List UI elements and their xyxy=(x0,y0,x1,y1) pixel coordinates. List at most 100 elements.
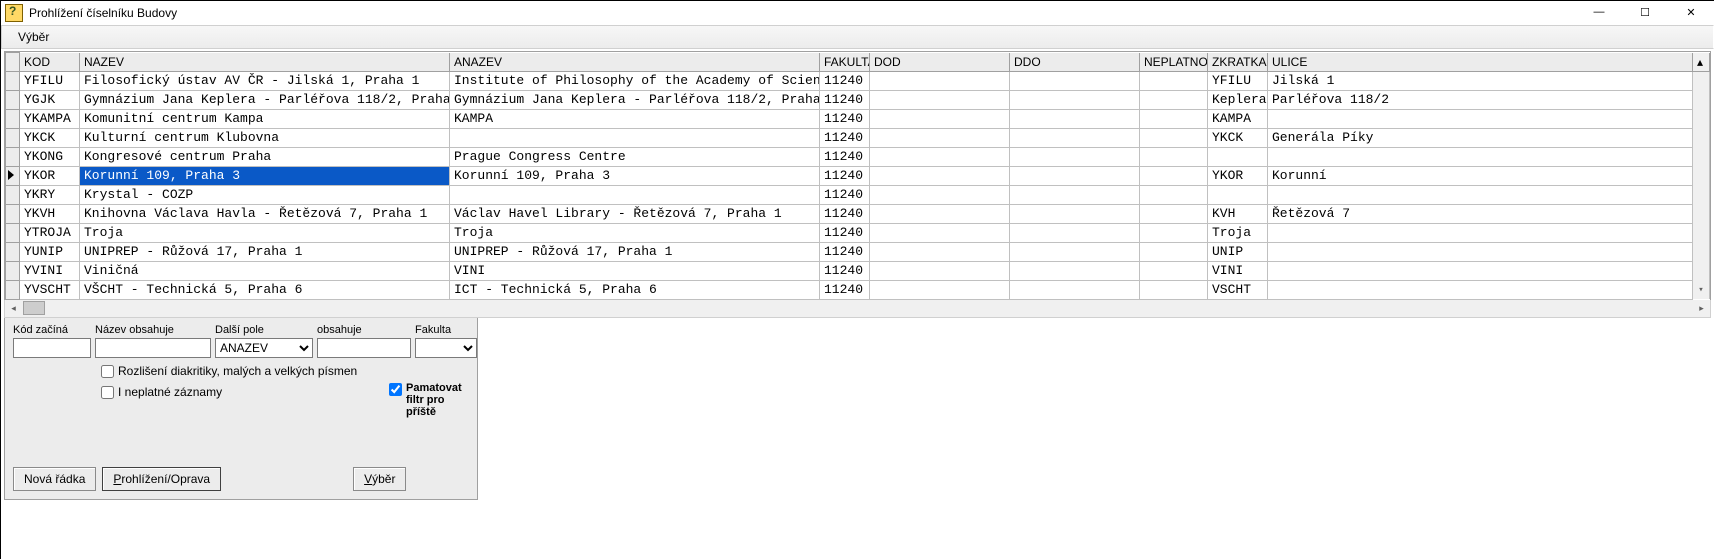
header-neplatnost[interactable]: NEPLATNOST xyxy=(1140,53,1208,72)
cell-fakulta[interactable]: 11240 xyxy=(820,90,870,109)
prohlizeni-oprava-button[interactable]: Prohlížení/Oprava xyxy=(102,467,221,491)
cell-neplatnost[interactable] xyxy=(1140,242,1208,261)
cell-ddo[interactable] xyxy=(1010,166,1140,185)
cell-neplatnost[interactable] xyxy=(1140,261,1208,280)
cell-zkratka[interactable]: KVH xyxy=(1208,204,1268,223)
cell-kod[interactable]: YKONG xyxy=(20,147,80,166)
nova-radka-button[interactable]: Nová řádka xyxy=(13,467,96,491)
cell-anazev[interactable]: UNIPREP - Růžová 17, Praha 1 xyxy=(450,242,820,261)
table-row[interactable]: YKONGKongresové centrum PrahaPrague Cong… xyxy=(6,147,1710,166)
cell-anazev[interactable] xyxy=(450,185,820,204)
cell-kod[interactable]: YKRY xyxy=(20,185,80,204)
horizontal-scrollbar[interactable]: ◂ ▸ xyxy=(4,300,1711,318)
obsahuje-input[interactable] xyxy=(317,338,411,358)
cell-nazev[interactable]: Komunitní centrum Kampa xyxy=(80,109,450,128)
remember-filter-checkbox[interactable] xyxy=(389,383,402,396)
cell-kod[interactable]: YVINI xyxy=(20,261,80,280)
cell-ddo[interactable] xyxy=(1010,223,1140,242)
cell-ddo[interactable] xyxy=(1010,147,1140,166)
hscroll-thumb[interactable] xyxy=(23,301,45,315)
vscroll-track[interactable] xyxy=(1693,204,1710,223)
vscroll-track[interactable] xyxy=(1693,71,1710,90)
cell-kod[interactable]: YKOR xyxy=(20,166,80,185)
dalsi-pole-select[interactable]: ANAZEV xyxy=(215,338,313,358)
cell-fakulta[interactable]: 11240 xyxy=(820,128,870,147)
cell-ulice[interactable] xyxy=(1268,109,1693,128)
cell-ulice[interactable] xyxy=(1268,147,1693,166)
cell-anazev[interactable]: Korunní 109, Praha 3 xyxy=(450,166,820,185)
cell-nazev[interactable]: VŠCHT - Technická 5, Praha 6 xyxy=(80,280,450,299)
header-ddo[interactable]: DDO xyxy=(1010,53,1140,72)
vscroll-down-icon[interactable]: ▾ xyxy=(1693,280,1710,299)
cell-dod[interactable] xyxy=(870,185,1010,204)
cell-ulice[interactable] xyxy=(1268,261,1693,280)
cell-dod[interactable] xyxy=(870,71,1010,90)
cell-nazev[interactable]: Kulturní centrum Klubovna xyxy=(80,128,450,147)
cell-nazev[interactable]: Filosofický ústav AV ČR - Jilská 1, Prah… xyxy=(80,71,450,90)
cell-neplatnost[interactable] xyxy=(1140,166,1208,185)
cell-fakulta[interactable]: 11240 xyxy=(820,185,870,204)
table-row[interactable]: YTROJATrojaTroja11240Troja xyxy=(6,223,1710,242)
cell-neplatnost[interactable] xyxy=(1140,147,1208,166)
cell-ddo[interactable] xyxy=(1010,109,1140,128)
cell-zkratka[interactable]: KAMPA xyxy=(1208,109,1268,128)
kod-input[interactable] xyxy=(13,338,91,358)
cell-fakulta[interactable]: 11240 xyxy=(820,204,870,223)
vscroll-track[interactable] xyxy=(1693,90,1710,109)
cell-anazev[interactable]: Prague Congress Centre xyxy=(450,147,820,166)
cell-fakulta[interactable]: 11240 xyxy=(820,71,870,90)
fakulta-select[interactable] xyxy=(415,338,477,358)
cell-ddo[interactable] xyxy=(1010,280,1140,299)
cell-dod[interactable] xyxy=(870,261,1010,280)
cell-kod[interactable]: YFILU xyxy=(20,71,80,90)
vscroll-track[interactable] xyxy=(1693,242,1710,261)
cell-neplatnost[interactable] xyxy=(1140,109,1208,128)
cell-nazev[interactable]: Troja xyxy=(80,223,450,242)
minimize-button[interactable]: — xyxy=(1576,1,1622,23)
vscroll-track[interactable] xyxy=(1693,166,1710,185)
cell-zkratka[interactable]: VSCHT xyxy=(1208,280,1268,299)
cell-fakulta[interactable]: 11240 xyxy=(820,166,870,185)
cell-fakulta[interactable]: 11240 xyxy=(820,109,870,128)
cell-nazev[interactable]: Knihovna Václava Havla - Řetězová 7, Pra… xyxy=(80,204,450,223)
table-row[interactable]: YVSCHTVŠCHT - Technická 5, Praha 6ICT - … xyxy=(6,280,1710,299)
table-row[interactable]: YKORKorunní 109, Praha 3Korunní 109, Pra… xyxy=(6,166,1710,185)
cell-dod[interactable] xyxy=(870,166,1010,185)
cell-dod[interactable] xyxy=(870,128,1010,147)
cell-dod[interactable] xyxy=(870,280,1010,299)
cell-anazev[interactable]: VINI xyxy=(450,261,820,280)
cell-nazev[interactable]: Korunní 109, Praha 3 xyxy=(80,166,450,185)
cell-ddo[interactable] xyxy=(1010,128,1140,147)
cell-anazev[interactable]: Institute of Philosophy of the Academy o… xyxy=(450,71,820,90)
vscroll-track[interactable] xyxy=(1693,147,1710,166)
header-zkratka[interactable]: ZKRATKA xyxy=(1208,53,1268,72)
close-button[interactable]: ✕ xyxy=(1668,1,1714,23)
table-row[interactable]: YFILUFilosofický ústav AV ČR - Jilská 1,… xyxy=(6,71,1710,90)
vscroll-top[interactable]: ▴ xyxy=(1693,53,1710,72)
cell-ulice[interactable]: Řetězová 7 xyxy=(1268,204,1693,223)
cell-neplatnost[interactable] xyxy=(1140,71,1208,90)
cell-zkratka[interactable]: VINI xyxy=(1208,261,1268,280)
vscroll-track[interactable] xyxy=(1693,261,1710,280)
cell-neplatnost[interactable] xyxy=(1140,223,1208,242)
nazev-input[interactable] xyxy=(95,338,211,358)
cell-zkratka[interactable] xyxy=(1208,185,1268,204)
cell-ulice[interactable] xyxy=(1268,223,1693,242)
maximize-button[interactable]: ☐ xyxy=(1622,1,1668,23)
cell-kod[interactable]: YKAMPA xyxy=(20,109,80,128)
cell-kod[interactable]: YTROJA xyxy=(20,223,80,242)
cell-zkratka[interactable] xyxy=(1208,147,1268,166)
cell-anazev[interactable]: KAMPA xyxy=(450,109,820,128)
cell-dod[interactable] xyxy=(870,90,1010,109)
scroll-right-icon[interactable]: ▸ xyxy=(1693,303,1710,314)
table-row[interactable]: YUNIPUNIPREP - Růžová 17, Praha 1UNIPREP… xyxy=(6,242,1710,261)
cell-anazev[interactable]: Gymnázium Jana Keplera - Parléřova 118/2… xyxy=(450,90,820,109)
cell-kod[interactable]: YGJK xyxy=(20,90,80,109)
cell-nazev[interactable]: Krystal - COZP xyxy=(80,185,450,204)
cell-nazev[interactable]: UNIPREP - Růžová 17, Praha 1 xyxy=(80,242,450,261)
header-ulice[interactable]: ULICE xyxy=(1268,53,1693,72)
cell-neplatnost[interactable] xyxy=(1140,185,1208,204)
cell-zkratka[interactable]: YFILU xyxy=(1208,71,1268,90)
header-dod[interactable]: DOD xyxy=(870,53,1010,72)
cell-fakulta[interactable]: 11240 xyxy=(820,280,870,299)
